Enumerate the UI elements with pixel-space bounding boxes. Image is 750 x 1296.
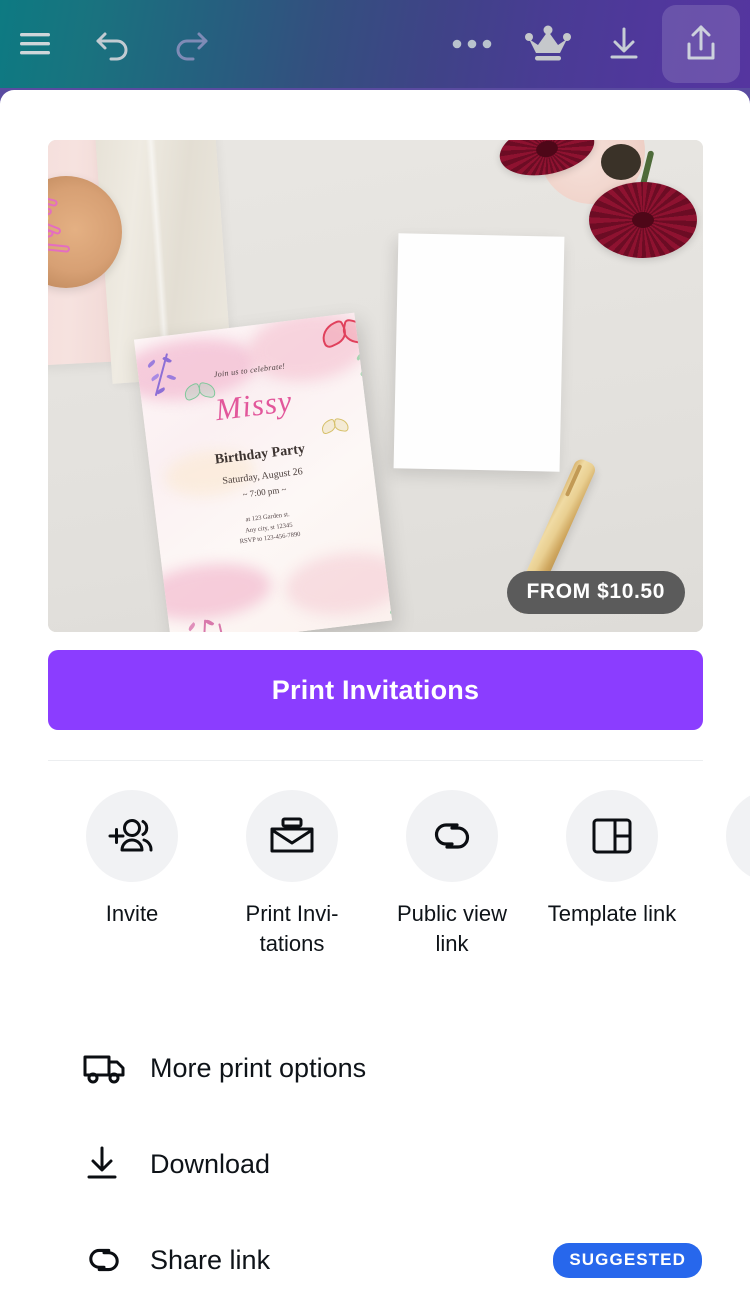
crown-icon bbox=[525, 25, 571, 61]
add-people-icon bbox=[108, 819, 153, 852]
template-layout-icon bbox=[592, 818, 632, 854]
preview-photo: Join us to celebrate! Missy Birthday Par… bbox=[48, 140, 703, 632]
quick-action-print-invitations-circle[interactable] bbox=[246, 790, 338, 882]
link-icon bbox=[434, 823, 470, 849]
status-badge-suggested: SUGGESTED bbox=[553, 1242, 702, 1278]
quick-action-template-link[interactable]: Template link bbox=[532, 790, 692, 929]
quick-action-public-view-link-circle[interactable] bbox=[406, 790, 498, 882]
list-item-share-link-label: Share link bbox=[150, 1244, 271, 1275]
download-icon bbox=[610, 27, 638, 59]
price-badge: FROM $10.50 bbox=[506, 571, 685, 614]
quick-action-print-invitations[interactable]: Print Invi- tations bbox=[212, 790, 372, 959]
app-root: Join us to celebrate! Missy Birthday Par… bbox=[0, 0, 750, 1296]
more-options-button[interactable] bbox=[434, 6, 510, 82]
quick-action-public-view-link-label: Public view link bbox=[396, 901, 508, 956]
undo-icon bbox=[96, 32, 128, 61]
list-item-more-print-options[interactable]: More print options bbox=[0, 1020, 750, 1116]
blank-card-prop bbox=[393, 233, 565, 472]
redo-icon bbox=[176, 32, 208, 61]
quick-action-template-link-label: Template link bbox=[547, 901, 677, 926]
share-upload-icon bbox=[687, 25, 715, 60]
hamburger-menu-icon bbox=[20, 33, 50, 55]
link-icon bbox=[89, 1248, 119, 1272]
more-horizontal-icon bbox=[452, 39, 492, 49]
quick-action-print-invitations-label: Print Invi- tations bbox=[245, 901, 339, 956]
list-item-more-print-options-label: More print options bbox=[150, 1052, 367, 1083]
design-preview[interactable]: Join us to celebrate! Missy Birthday Par… bbox=[48, 140, 703, 632]
invitation-card: Join us to celebrate! Missy Birthday Par… bbox=[133, 312, 393, 632]
options-list: More print options Download Share link S… bbox=[0, 1020, 750, 1296]
list-item-share-link[interactable]: Share link SUGGESTED bbox=[0, 1212, 750, 1296]
download-arrow-icon bbox=[87, 1146, 117, 1179]
red-flower-primary bbox=[589, 182, 697, 258]
list-item-download[interactable]: Download bbox=[0, 1116, 750, 1212]
quick-action-invite-circle[interactable] bbox=[86, 790, 178, 882]
row-icon-wrap-download bbox=[82, 1145, 126, 1183]
list-item-download-label: Download bbox=[150, 1148, 271, 1179]
truck-icon bbox=[83, 1055, 125, 1084]
paper-clips-prop bbox=[48, 191, 100, 254]
quick-action-template-link-circle[interactable] bbox=[566, 790, 658, 882]
quick-action-public-view-link[interactable]: Public view link bbox=[372, 790, 532, 959]
download-button[interactable] bbox=[586, 6, 662, 82]
print-invitations-button[interactable]: Print Invitations bbox=[48, 650, 703, 730]
hamburger-menu-button[interactable] bbox=[0, 6, 76, 82]
quick-action-present-circle[interactable] bbox=[726, 790, 750, 882]
share-button[interactable] bbox=[662, 5, 740, 83]
envelope-icon bbox=[270, 817, 314, 853]
vase-opening bbox=[601, 144, 641, 180]
quick-action-invite-label: Invite bbox=[105, 901, 159, 926]
row-icon-wrap-link bbox=[82, 1241, 126, 1279]
top-toolbar bbox=[0, 0, 750, 88]
redo-button[interactable] bbox=[152, 6, 228, 82]
card-address-text: at 123 Garden st. Any city, st 12345 RSV… bbox=[157, 499, 381, 558]
undo-button[interactable] bbox=[76, 6, 152, 82]
quick-action-invite[interactable]: Invite bbox=[52, 790, 212, 929]
pro-crown-button[interactable] bbox=[510, 6, 586, 82]
row-icon-wrap-truck bbox=[82, 1051, 126, 1085]
quick-action-present-label: Pres bbox=[702, 899, 750, 929]
section-divider bbox=[48, 760, 703, 761]
content-sheet: Join us to celebrate! Missy Birthday Par… bbox=[0, 90, 750, 1296]
quick-action-present[interactable]: Pres bbox=[692, 790, 750, 929]
quick-actions-row[interactable]: Invite Print Invi- tations Public view l… bbox=[0, 790, 750, 959]
